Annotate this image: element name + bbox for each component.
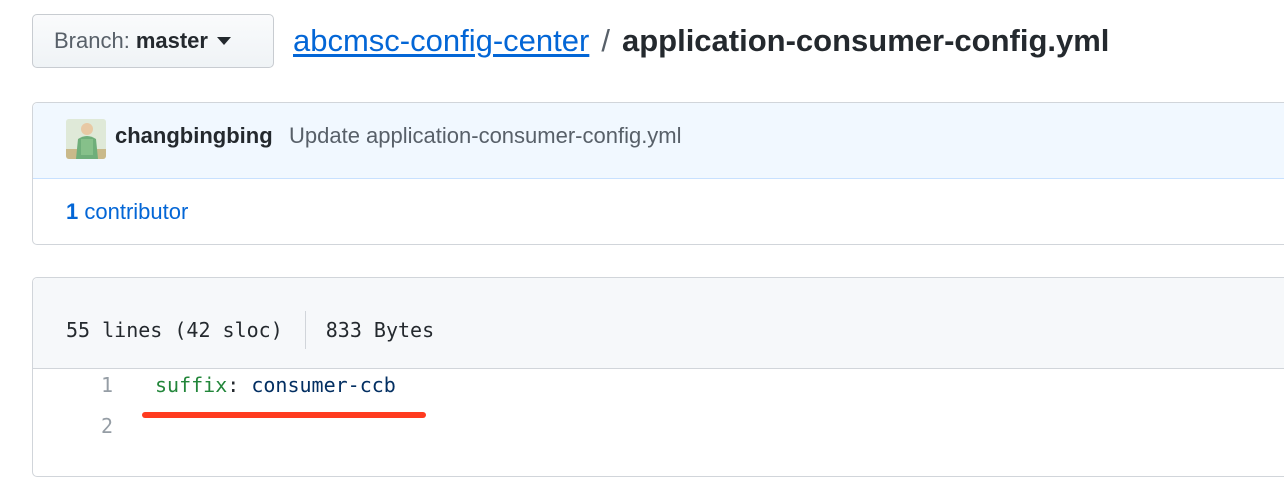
breadcrumb-repo-link[interactable]: abcmsc-config-center [293,23,589,59]
branch-select-button[interactable]: Branch: master [32,14,274,68]
breadcrumb-separator: / [601,23,610,58]
yaml-key: suffix [155,373,228,397]
file-viewer: 55 lines (42 sloc) 833 Bytes 1 suffix: c… [32,277,1284,477]
breadcrumb-file-name: application-consumer-config.yml [621,23,1110,58]
file-info: 55 lines (42 sloc) 833 Bytes [66,311,434,349]
commit-author-link[interactable]: changbingbing [115,123,273,149]
contributor-label: contributor [84,199,189,224]
commit-message-link[interactable]: Update application-consumer-config.yml [289,123,682,149]
contributors-link[interactable]: 1 contributor [66,199,188,225]
avatar-image [66,119,106,159]
file-header: 55 lines (42 sloc) 833 Bytes [33,278,1284,369]
file-size: 833 Bytes [325,318,435,342]
line-number[interactable]: 2 [83,414,113,438]
yaml-value: consumer-ccb [251,373,396,397]
contributor-count: 1 [66,199,79,224]
caret-down-icon [216,37,231,45]
code-content: suffix: consumer-ccb [155,373,396,397]
code-line: 1 suffix: consumer-ccb [33,373,1284,411]
line-number[interactable]: 1 [83,373,113,397]
avatar[interactable] [66,119,106,159]
branch-value: master [135,28,208,53]
yaml-colon: : [227,373,240,397]
breadcrumb: abcmsc-config-center / application-consu… [293,21,1109,61]
file-info-divider [304,311,306,349]
code-line: 2 [33,414,1284,452]
latest-commit-bar: changbingbing Update application-consume… [33,103,1284,179]
file-line-count: 55 lines (42 sloc) [66,318,283,342]
branch-label: Branch: [54,28,130,53]
annotation-underline [142,412,426,418]
commit-info-box: changbingbing Update application-consume… [32,102,1284,245]
